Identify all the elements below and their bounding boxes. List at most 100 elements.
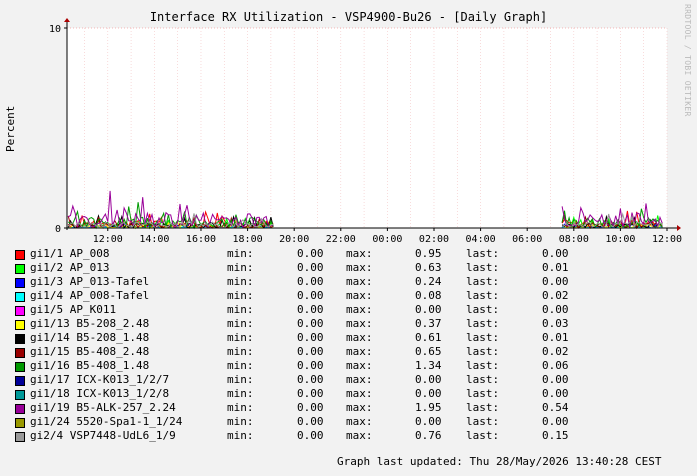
x-tick-label: 12:00 <box>93 234 123 245</box>
legend-last-value: 0.00 <box>542 275 569 288</box>
legend-row: gi1/3 AP_013-Tafel min: 0.00 max: 0.24 last: 0… <box>15 275 695 289</box>
legend-label: gi1/19 B5-ALK-257_2.24 <box>30 401 176 414</box>
legend-row: gi2/4 VSP7448-UdL6_1/9 min: 0.00 max: 0.76 la… <box>15 429 695 443</box>
legend-row: gi1/13 B5-208_2.48 min: 0.00 max: 0.37 last: 0… <box>15 317 695 331</box>
x-tick-label: 12:00 <box>652 234 682 245</box>
legend-last-value: 0.00 <box>542 303 569 316</box>
legend-swatch <box>15 264 25 274</box>
legend-min-label: min: <box>227 317 254 330</box>
legend-label: gi1/17 ICX-K013_1/2/7 <box>30 373 170 386</box>
x-tick-label: 14:00 <box>139 234 169 245</box>
legend-max-value: 0.00 <box>415 387 442 400</box>
legend-row: gi1/17 ICX-K013_1/2/7 min: 0.00 max: 0.00 las… <box>15 373 695 387</box>
y-tick-label: 0 <box>55 224 61 235</box>
legend-max-value: 1.34 <box>415 359 442 372</box>
legend-last-value: 0.54 <box>542 401 569 414</box>
legend-min-label: min: <box>227 429 254 442</box>
x-tick-label: 16:00 <box>186 234 216 245</box>
legend-max-value: 1.95 <box>415 401 442 414</box>
legend-swatch <box>15 250 25 260</box>
legend-max-label: max: <box>346 275 373 288</box>
legend-last-label: last: <box>466 359 500 372</box>
legend-row: gi1/16 B5-408_1.48 min: 0.00 max: 1.34 last: 0… <box>15 359 695 373</box>
legend-row: gi1/15 B5-408_2.48 min: 0.00 max: 0.65 last: 0… <box>15 345 695 359</box>
legend-min-value: 0.00 <box>297 359 324 372</box>
legend-label: gi1/1 AP_008 <box>30 247 110 260</box>
legend-row: gi1/2 AP_013 min: 0.00 max: 0.63 last: 0.01 <box>15 261 695 275</box>
x-tick-label: 08:00 <box>559 234 589 245</box>
legend-swatch <box>15 320 25 330</box>
legend-max-value: 0.00 <box>415 303 442 316</box>
legend-swatch <box>15 432 25 442</box>
legend-min-label: min: <box>227 373 254 386</box>
legend-min-value: 0.00 <box>297 289 324 302</box>
legend-max-label: max: <box>346 373 373 386</box>
legend-min-label: min: <box>227 387 254 400</box>
graph-frame: Interface RX Utilization - VSP4900-Bu26 … <box>0 0 697 476</box>
legend-swatch <box>15 278 25 288</box>
legend-min-value: 0.00 <box>297 331 324 344</box>
legend-swatch <box>15 306 25 316</box>
plot-area <box>67 28 667 228</box>
legend-min-label: min: <box>227 345 254 358</box>
legend-last-label: last: <box>466 331 500 344</box>
legend-label: gi1/2 AP_013 <box>30 261 110 274</box>
legend-last-label: last: <box>466 247 500 260</box>
legend-max-label: max: <box>346 429 373 442</box>
legend-label: gi1/5 AP_K011 <box>30 303 117 316</box>
legend-last-value: 0.01 <box>542 331 569 344</box>
x-tick-label: 20:00 <box>279 234 309 245</box>
legend-last-value: 0.00 <box>542 387 569 400</box>
legend-max-label: max: <box>346 331 373 344</box>
legend-min-label: min: <box>227 289 254 302</box>
legend-last-label: last: <box>466 317 500 330</box>
legend-row: gi1/1 AP_008 min: 0.00 max: 0.95 last: 0.00 <box>15 247 695 261</box>
legend-min-value: 0.00 <box>297 429 324 442</box>
legend-max-value: 0.00 <box>415 373 442 386</box>
legend-min-value: 0.00 <box>297 415 324 428</box>
legend-min-label: min: <box>227 261 254 274</box>
legend-last-label: last: <box>466 373 500 386</box>
x-tick-label: 00:00 <box>372 234 402 245</box>
legend-max-value: 0.65 <box>415 345 442 358</box>
y-axis-arrow <box>64 18 70 22</box>
legend-swatch <box>15 362 25 372</box>
legend-swatch <box>15 376 25 386</box>
legend-label: gi1/16 B5-408_1.48 <box>30 359 150 372</box>
legend-last-value: 0.02 <box>542 289 569 302</box>
legend-last-label: last: <box>466 429 500 442</box>
x-tick-label: 06:00 <box>512 234 542 245</box>
legend-label: gi1/15 B5-408_2.48 <box>30 345 150 358</box>
legend-row: gi1/18 ICX-K013_1/2/8 min: 0.00 max: 0.00 las… <box>15 387 695 401</box>
x-tick-label: 18:00 <box>233 234 263 245</box>
legend-label: gi1/3 AP_013-Tafel <box>30 275 150 288</box>
legend-min-label: min: <box>227 401 254 414</box>
legend-row: gi1/14 B5-208_1.48 min: 0.00 max: 0.61 last: 0… <box>15 331 695 345</box>
legend-min-value: 0.00 <box>297 317 324 330</box>
legend-last-value: 0.00 <box>542 415 569 428</box>
legend-min-label: min: <box>227 275 254 288</box>
legend-min-value: 0.00 <box>297 345 324 358</box>
legend-last-label: last: <box>466 387 500 400</box>
legend-label: gi1/13 B5-208_2.48 <box>30 317 150 330</box>
chart-canvas: 12:00 14:00 16:00 18:00 20:00 22:00 00:00 02:00… <box>49 18 682 245</box>
legend-max-value: 0.00 <box>415 415 442 428</box>
legend-max-value: 0.95 <box>415 247 442 260</box>
x-tick-label: 02:00 <box>419 234 449 245</box>
x-tick-label: 10:00 <box>605 234 635 245</box>
legend-last-label: last: <box>466 401 500 414</box>
legend-min-value: 0.00 <box>297 387 324 400</box>
legend-label: gi1/18 ICX-K013_1/2/8 <box>30 387 170 400</box>
legend-swatch <box>15 418 25 428</box>
last-updated-text: Graph last updated: Thu 28/May/2026 13:4… <box>337 455 662 468</box>
legend-min-value: 0.00 <box>297 401 324 414</box>
legend-last-value: 0.01 <box>542 261 569 274</box>
legend-max-value: 0.76 <box>415 429 442 442</box>
x-tick-label: 22:00 <box>326 234 356 245</box>
legend-label: gi1/24 5520-Spa1-1_1/24 <box>30 415 183 428</box>
legend-last-label: last: <box>466 415 500 428</box>
legend-label: gi1/4 AP_008-Tafel <box>30 289 150 302</box>
legend-label: gi1/14 B5-208_1.48 <box>30 331 150 344</box>
legend-row: gi1/5 AP_K011 min: 0.00 max: 0.00 last: 0.00 <box>15 303 695 317</box>
legend-row: gi1/4 AP_008-Tafel min: 0.00 max: 0.08 last: 0… <box>15 289 695 303</box>
